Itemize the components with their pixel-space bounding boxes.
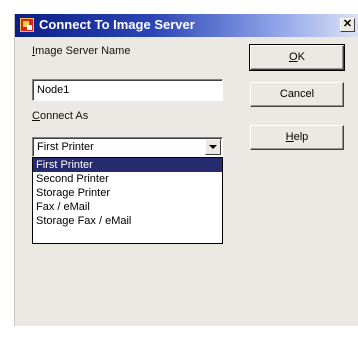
connect-as-selected-value: First Printer (37, 141, 94, 153)
help-button[interactable]: Help (250, 125, 344, 150)
connect-as-dropdown-list[interactable]: First Printer Second Printer Storage Print… (32, 157, 223, 244)
server-name-label: Image Server Name (32, 45, 130, 57)
server-name-label-text: mage Server Name (35, 45, 131, 57)
connect-as-label-mnemonic: C (32, 110, 40, 122)
window-title: Connect To Image Server (39, 17, 195, 32)
connect-dialog: Connect To Image Server ✕ Image Server N… (14, 14, 358, 326)
connect-as-label-text: onnect As (39, 110, 89, 122)
connect-as-combobox[interactable]: First Printer (32, 137, 223, 157)
dropdown-option[interactable]: First Printer (33, 158, 222, 172)
dropdown-option[interactable]: Storage Fax / eMail (33, 214, 222, 228)
dropdown-option[interactable]: Storage Printer (33, 186, 222, 200)
ok-button[interactable]: OK (249, 44, 345, 71)
help-button-mnemonic: H (285, 131, 294, 143)
cancel-button[interactable]: Cancel (250, 82, 344, 107)
help-button-label: elp (293, 131, 309, 143)
dropdown-option[interactable]: Fax / eMail (33, 200, 222, 214)
connect-as-label: Connect As (32, 110, 88, 122)
dropdown-arrow-button[interactable] (205, 139, 221, 155)
dropdown-option[interactable]: Second Printer (33, 172, 222, 186)
title-bar[interactable]: Connect To Image Server ✕ (15, 14, 358, 37)
ok-button-mnemonic: O (289, 51, 298, 63)
ok-button-label: K (297, 51, 305, 63)
app-icon (20, 18, 34, 32)
server-name-input[interactable]: Node1 (32, 79, 223, 101)
close-button[interactable]: ✕ (340, 18, 355, 32)
